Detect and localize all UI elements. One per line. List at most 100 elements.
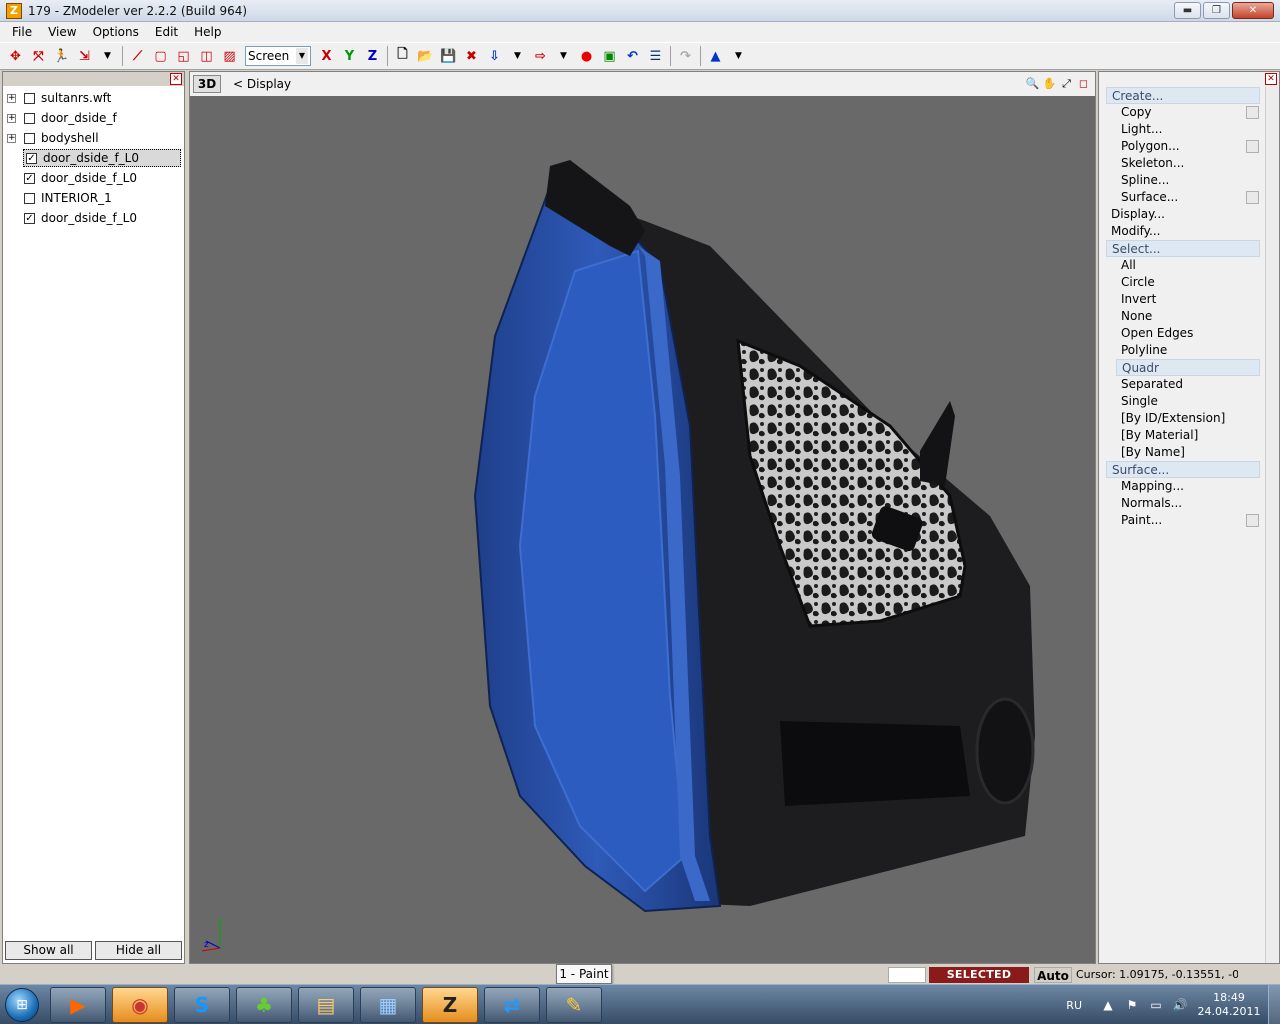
face-mode-icon[interactable]: ◱: [173, 46, 194, 67]
record-icon[interactable]: ●: [576, 46, 597, 67]
visibility-checkbox[interactable]: ✓: [24, 212, 35, 224]
clock[interactable]: 18:49 24.04.2011: [1196, 991, 1262, 1019]
move-tool-icon[interactable]: ⤧: [28, 46, 49, 67]
tree-item-bodyshell[interactable]: + bodyshell: [7, 129, 99, 147]
visibility-checkbox[interactable]: [24, 112, 35, 124]
selected-mode-badge[interactable]: SELECTED MODE: [929, 967, 1029, 997]
tree-item-sultanrs[interactable]: + sultanrs.wft: [7, 89, 111, 107]
display-menu[interactable]: Display...: [1111, 206, 1165, 223]
select-by-material[interactable]: [By Material]: [1121, 427, 1198, 444]
command-panel-scrollbar[interactable]: [1265, 86, 1279, 963]
menu-edit[interactable]: Edit: [147, 25, 186, 39]
hide-all-button[interactable]: Hide all: [95, 941, 182, 960]
network-icon[interactable]: ⚑: [1124, 997, 1140, 1013]
create-spline[interactable]: Spline...: [1121, 172, 1169, 189]
box-mode-icon[interactable]: ▨: [219, 46, 240, 67]
show-desktop-button[interactable]: [1268, 985, 1280, 1024]
surface-options-box[interactable]: [1246, 191, 1259, 204]
firefox-icon[interactable]: ◉: [112, 986, 168, 1023]
dropdown-arrow-icon[interactable]: ▼: [97, 46, 118, 67]
game-app-icon[interactable]: ♣: [236, 986, 292, 1023]
undo-icon[interactable]: ↶: [622, 46, 643, 67]
visibility-checkbox[interactable]: ✓: [26, 152, 37, 164]
media-player-icon[interactable]: ▶: [50, 986, 106, 1023]
close-panel-icon[interactable]: ✕: [1265, 73, 1277, 85]
delete-icon[interactable]: ✖: [461, 46, 482, 67]
select-tool-icon[interactable]: ✥: [5, 46, 26, 67]
select-none[interactable]: None: [1121, 308, 1152, 325]
maximize-viewport-icon[interactable]: ◻: [1076, 76, 1091, 91]
explorer-folder-icon[interactable]: ▤: [298, 986, 354, 1023]
image-icon[interactable]: ▣: [599, 46, 620, 67]
dropdown-arrow-icon[interactable]: ▼: [553, 46, 574, 67]
teamviewer-icon[interactable]: ⇄: [484, 986, 540, 1023]
language-indicator[interactable]: RU: [1066, 999, 1082, 1012]
axis-y-toggle[interactable]: Y: [339, 46, 360, 67]
select-open-edges[interactable]: Open Edges: [1121, 325, 1193, 342]
visibility-checkbox[interactable]: [24, 132, 35, 144]
create-copy[interactable]: Copy: [1121, 104, 1151, 121]
menu-help[interactable]: Help: [186, 25, 229, 39]
tree-item-door-dside-f-l0-selected[interactable]: ✓ door_dside_f_L0: [23, 149, 181, 167]
expand-icon[interactable]: +: [7, 113, 16, 123]
tray-expand-icon[interactable]: ▲: [1100, 997, 1116, 1013]
viewport-mode-tag[interactable]: 3D: [193, 75, 221, 93]
visibility-checkbox[interactable]: [24, 92, 35, 104]
surface-mapping[interactable]: Mapping...: [1121, 478, 1184, 495]
modify-menu[interactable]: Modify...: [1111, 223, 1161, 240]
tree-item-door-dside-f[interactable]: + door_dside_f: [7, 109, 117, 127]
select-separated[interactable]: Separated: [1121, 376, 1183, 393]
axis-x-toggle[interactable]: X: [316, 46, 337, 67]
redo-icon[interactable]: ↷: [675, 46, 696, 67]
select-invert[interactable]: Invert: [1121, 291, 1156, 308]
view-mode-select[interactable]: Screen ▼: [245, 46, 311, 66]
dropdown-arrow-icon[interactable]: ▼: [507, 46, 528, 67]
create-surface[interactable]: Surface...: [1121, 189, 1178, 206]
vertex-mode-icon[interactable]: ⟋: [127, 46, 148, 67]
3d-viewport[interactable]: 3D < Display 🔍 ✋ ⤢ ◻ y z: [189, 71, 1096, 964]
select-circle[interactable]: Circle: [1121, 274, 1155, 291]
copy-options-box[interactable]: [1246, 106, 1259, 119]
menu-file[interactable]: File: [4, 25, 40, 39]
import-icon[interactable]: ⇩: [484, 46, 505, 67]
picture-viewer-icon[interactable]: ▦: [360, 986, 416, 1023]
tree-item-door-dside-f-l0[interactable]: ✓ door_dside_f_L0: [24, 209, 137, 227]
select-group[interactable]: Select...: [1106, 240, 1260, 257]
close-panel-icon[interactable]: ✕: [170, 73, 182, 85]
pan-hand-icon[interactable]: ✋: [1042, 76, 1057, 91]
tree-item-interior-1[interactable]: INTERIOR_1: [24, 189, 112, 207]
select-by-id[interactable]: [By ID/Extension]: [1121, 410, 1225, 427]
create-group[interactable]: Create...: [1106, 87, 1260, 104]
navigator-icon[interactable]: ▲: [705, 46, 726, 67]
surface-paint[interactable]: Paint...: [1121, 512, 1162, 529]
list-icon[interactable]: ☰: [645, 46, 666, 67]
figure-tool-icon[interactable]: 🏃: [51, 46, 72, 67]
select-single[interactable]: Single: [1121, 393, 1158, 410]
auto-toggle[interactable]: Auto: [1034, 967, 1072, 983]
volume-icon[interactable]: 🔊: [1172, 997, 1188, 1013]
zmodeler-taskbar-icon[interactable]: Z: [422, 986, 478, 1023]
create-light[interactable]: Light...: [1121, 121, 1162, 138]
menu-view[interactable]: View: [40, 25, 84, 39]
paint-options-box[interactable]: [1246, 514, 1259, 527]
viewport-breadcrumb[interactable]: < Display: [233, 77, 291, 91]
fit-view-icon[interactable]: ⤢: [1059, 76, 1074, 91]
open-file-icon[interactable]: 📂: [415, 46, 436, 67]
save-file-icon[interactable]: 💾: [438, 46, 459, 67]
visibility-checkbox[interactable]: ✓: [24, 172, 35, 184]
scale-tool-icon[interactable]: ⇲: [74, 46, 95, 67]
close-button[interactable]: ✕: [1232, 2, 1274, 19]
create-polygon[interactable]: Polygon...: [1121, 138, 1180, 155]
surface-normals[interactable]: Normals...: [1121, 495, 1182, 512]
polygon-options-box[interactable]: [1246, 140, 1259, 153]
create-skeleton[interactable]: Skeleton...: [1121, 155, 1184, 172]
start-button[interactable]: ⊞: [0, 985, 44, 1024]
new-file-icon[interactable]: 🗋: [392, 46, 413, 67]
export-icon[interactable]: ⇨: [530, 46, 551, 67]
skype-icon[interactable]: S: [174, 986, 230, 1023]
object-mode-icon[interactable]: ◫: [196, 46, 217, 67]
visibility-checkbox[interactable]: [24, 192, 35, 204]
maximize-button[interactable]: ❐: [1203, 2, 1230, 19]
surface-group[interactable]: Surface...: [1106, 461, 1260, 478]
action-center-icon[interactable]: ▭: [1148, 997, 1164, 1013]
